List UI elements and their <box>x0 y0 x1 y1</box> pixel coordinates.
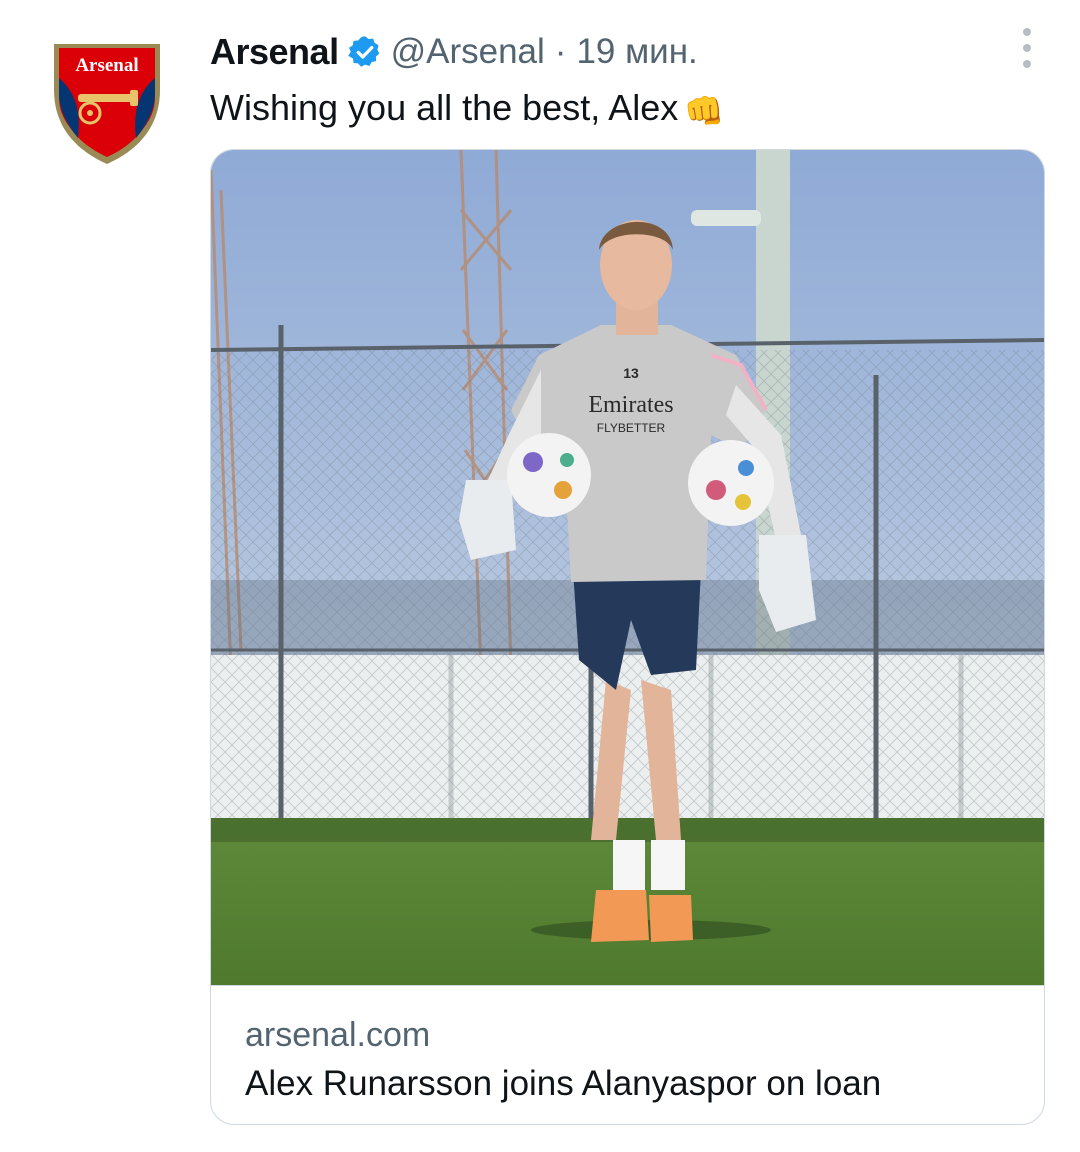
shirt-tagline: FLYBETTER <box>597 421 666 435</box>
arsenal-crest-icon: Arsenal <box>54 44 160 164</box>
shirt-number: 13 <box>623 365 639 381</box>
more-vertical-icon[interactable] <box>1016 28 1038 68</box>
shirt-sponsor: Emirates <box>588 392 673 418</box>
separator-dot: · <box>554 32 567 71</box>
tweet-text: Wishing you all the best, Alex 👊 <box>210 84 724 135</box>
timestamp[interactable]: 19 мин. <box>576 32 697 72</box>
card-domain: arsenal.com <box>245 1016 431 1054</box>
verified-badge-icon <box>347 36 379 67</box>
card-meta[interactable]: arsenal.com Alex Runarsson joins Alanyas… <box>211 985 1044 1124</box>
avatar[interactable]: Arsenal <box>50 38 164 166</box>
tweet-header: Arsenal @Arsenal · 19 мин. <box>210 26 1020 78</box>
card-image[interactable]: Emirates FLYBETTER 13 <box>211 150 1045 985</box>
author-display-name[interactable]: Arsenal <box>210 31 339 73</box>
crest-text: Arsenal <box>75 55 138 76</box>
tweet-body: Wishing you all the best, Alex <box>210 87 679 128</box>
card-title: Alex Runarsson joins Alanyaspor on loan <box>245 1064 882 1103</box>
author-handle[interactable]: @Arsenal <box>391 32 545 72</box>
link-card[interactable]: Emirates FLYBETTER 13 arsenal.com Alex R… <box>210 149 1045 1125</box>
fist-emoji-icon: 👊 <box>684 93 725 129</box>
